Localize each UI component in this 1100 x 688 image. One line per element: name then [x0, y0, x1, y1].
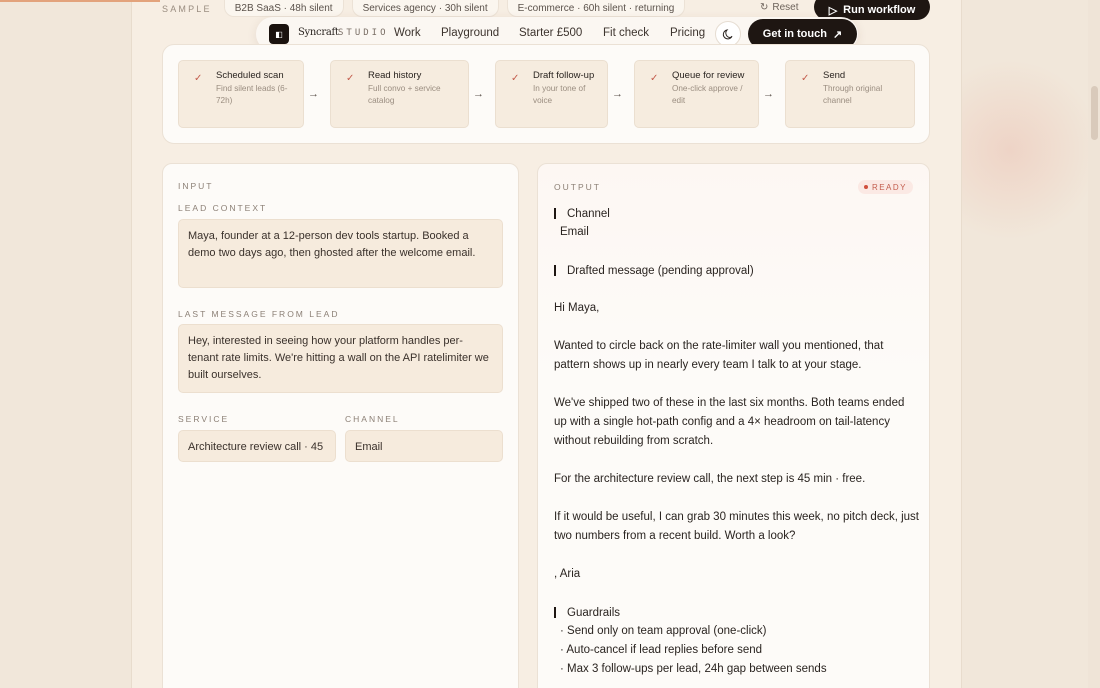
moon-icon: [722, 29, 733, 40]
step-desc: Full convo + service catalog: [368, 84, 441, 105]
step-title: Send: [823, 70, 846, 81]
arrow-right-icon: →: [473, 88, 484, 100]
pipeline-step-scan: ✓ Scheduled scan Find silent leads (6-72…: [178, 60, 304, 128]
channel-value: Email: [560, 226, 589, 238]
step-desc: Find silent leads (6-72h): [216, 84, 288, 105]
input-caption: INPUT: [178, 181, 214, 191]
sample-selector: SAMPLE B2B SaaS · 48h silent Services ag…: [162, 0, 686, 18]
nav-link-fit-check[interactable]: Fit check: [603, 27, 649, 39]
brand-studio: STUDIO: [338, 28, 389, 38]
message-paragraph-4: If it would be useful, I can grab 30 min…: [554, 511, 920, 542]
get-in-touch-label: Get in touch: [762, 28, 827, 40]
pipeline-step-queue: ✓ Queue for review One-click approve / e…: [634, 60, 759, 128]
sample-chip-ecommerce[interactable]: E-commerce · 60h silent · returning: [506, 0, 686, 17]
last-message-label: LAST MESSAGE FROM LEAD: [178, 309, 340, 319]
status-dot-icon: [863, 185, 868, 189]
guardrails-heading-text: Guardrails: [567, 606, 621, 619]
run-workflow-label: Run workflow: [843, 4, 916, 16]
service-label: SERVICE: [178, 414, 230, 424]
check-icon: ✓: [801, 73, 810, 84]
sample-label: SAMPLE: [162, 4, 212, 14]
arrow-up-right-icon: ↗: [832, 28, 843, 41]
message-signoff: , Aria: [554, 568, 581, 580]
pipeline-step-read: ✓ Read history Full convo + service cata…: [330, 60, 469, 128]
nav-link-work[interactable]: Work: [394, 27, 421, 39]
channel-heading-text: Channel: [567, 207, 610, 220]
lead-context-textarea[interactable]: Maya, founder at a 12-person dev tools s…: [178, 219, 503, 288]
arrow-right-icon: →: [308, 88, 319, 100]
step-title: Scheduled scan: [216, 70, 284, 81]
workflow-pipeline: ✓ Scheduled scan Find silent leads (6-72…: [162, 44, 930, 144]
message-greeting: Hi Maya,: [554, 302, 600, 314]
check-icon: ✓: [650, 73, 659, 84]
pipeline-step-draft: ✓ Draft follow-up In your tone of voice: [495, 60, 608, 128]
reset-icon: ↻: [760, 2, 769, 13]
nav-link-starter[interactable]: Starter £500: [519, 27, 582, 39]
scrollbar-thumb[interactable]: [1091, 86, 1098, 140]
check-icon: ✓: [511, 73, 520, 84]
output-content: Channel Email Drafted message (pending a…: [554, 204, 920, 679]
top-progress-rule: [0, 0, 160, 2]
nav-link-playground[interactable]: Playground: [441, 27, 499, 39]
step-title: Queue for review: [672, 70, 745, 81]
guardrail-item: · Auto-cancel if lead replies before sen…: [560, 644, 763, 656]
step-title: Read history: [368, 70, 422, 81]
output-panel: OUTPUT READY Channel Email Drafted messa…: [537, 163, 930, 688]
guardrails-heading: Guardrails: [554, 603, 920, 622]
sample-chip-saas[interactable]: B2B SaaS · 48h silent: [223, 0, 344, 17]
input-panel: INPUT LEAD CONTEXT Maya, founder at a 12…: [162, 163, 519, 688]
step-desc: In your tone of voice: [533, 84, 586, 105]
guardrail-item: · Send only on team approval (one-click): [560, 625, 767, 637]
check-icon: ✓: [194, 73, 203, 84]
message-paragraph-2: We've shipped two of these in the last s…: [554, 397, 905, 447]
lead-context-label: LEAD CONTEXT: [178, 203, 268, 213]
sample-chip-agency[interactable]: Services agency · 30h silent: [351, 0, 499, 17]
pipeline-step-send: ✓ Send Through original channel: [785, 60, 915, 128]
arrow-right-icon: →: [763, 88, 774, 100]
reset-button[interactable]: ↻ Reset: [760, 2, 799, 13]
reset-label: Reset: [772, 2, 799, 13]
scrollbar[interactable]: [1088, 0, 1100, 688]
message-paragraph-1: Wanted to circle back on the rate-limite…: [554, 340, 884, 371]
channel-label: CHANNEL: [345, 414, 400, 424]
check-icon: ✓: [346, 73, 355, 84]
channel-heading: Channel: [554, 204, 920, 223]
logo-icon[interactable]: ◧: [269, 24, 289, 44]
step-desc: One-click approve / edit: [672, 84, 743, 105]
status-text: READY: [871, 182, 907, 192]
brand-name[interactable]: Syncraft: [298, 27, 339, 38]
nav-link-pricing[interactable]: Pricing: [670, 27, 705, 39]
draft-heading-text: Drafted message (pending approval): [567, 264, 754, 277]
last-message-textarea[interactable]: Hey, interested in seeing how your platf…: [178, 324, 503, 393]
draft-heading: Drafted message (pending approval): [554, 261, 920, 280]
guardrail-item: · Max 3 follow-ups per lead, 24h gap bet…: [560, 663, 827, 675]
arrow-right-icon: →: [612, 88, 623, 100]
step-title: Draft follow-up: [533, 70, 595, 81]
step-desc: Through original channel: [823, 84, 883, 105]
channel-select[interactable]: Email: [345, 430, 503, 462]
output-caption: OUTPUT: [554, 182, 601, 192]
status-badge: READY: [857, 180, 913, 194]
message-paragraph-3: For the architecture review call, the ne…: [554, 473, 866, 485]
service-select[interactable]: Architecture review call · 45: [178, 430, 336, 462]
play-icon: ▷: [828, 4, 838, 17]
